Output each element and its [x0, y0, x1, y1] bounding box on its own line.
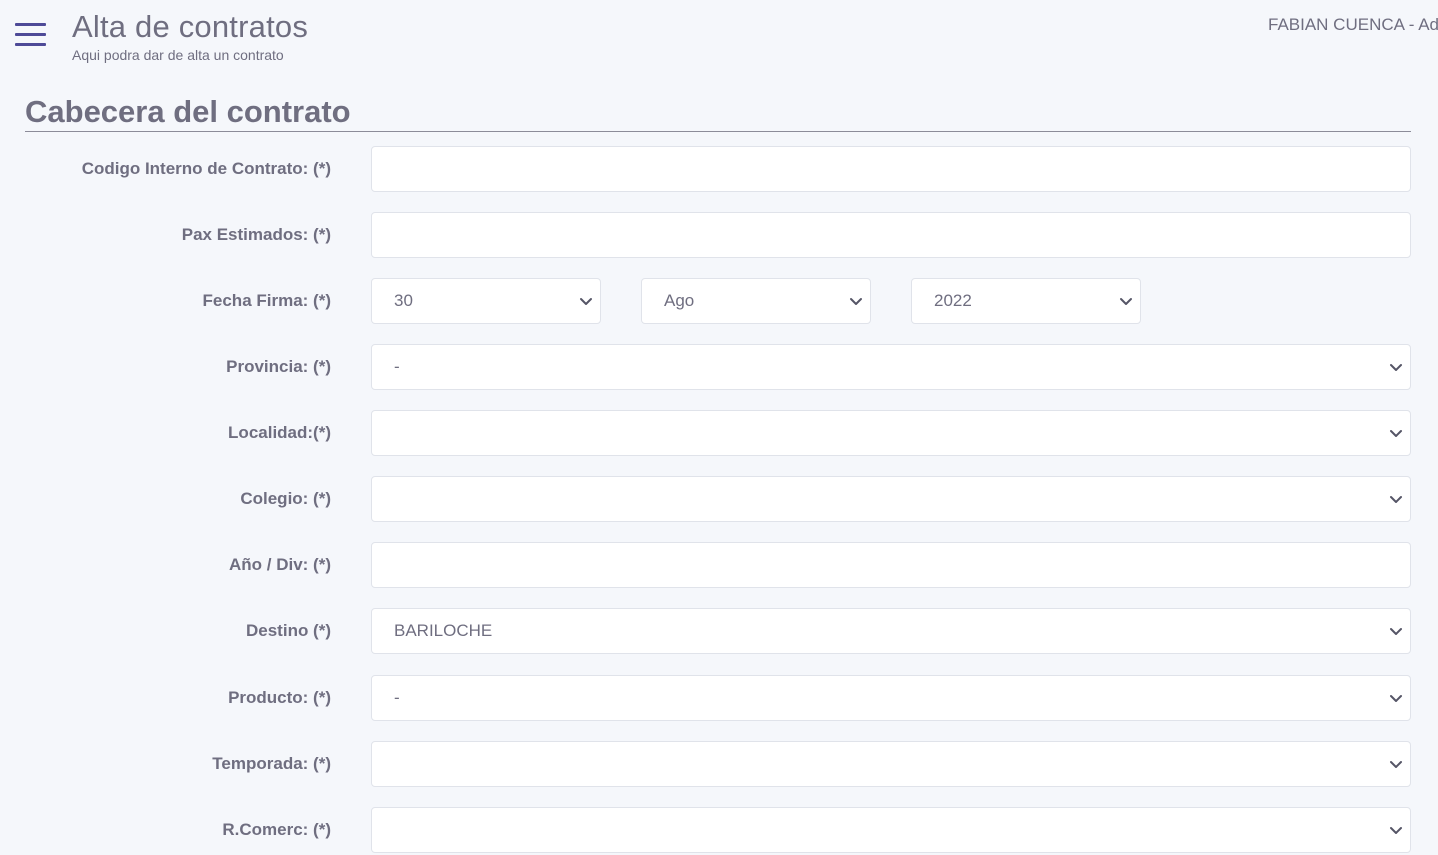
- page: Alta de contratos Aqui podra dar de alta…: [0, 0, 1438, 855]
- codigo-interno-input[interactable]: [371, 146, 1411, 192]
- localidad-label: Localidad:(*): [228, 423, 331, 442]
- form-row-rcomerc: R.Comerc: (*): [0, 807, 1438, 853]
- fecha-firma-day-select[interactable]: 30: [371, 278, 601, 324]
- colegio-label: Colegio: (*): [240, 489, 331, 508]
- form-row-anio-div: Año / Div: (*): [0, 542, 1438, 588]
- form-row-destino: Destino (*) BARILOCHE: [0, 608, 1438, 654]
- chevron-down-icon: [1389, 492, 1403, 506]
- provincia-select[interactable]: -: [371, 344, 1411, 390]
- hamburger-menu-icon[interactable]: [15, 22, 47, 48]
- chevron-down-icon: [1389, 757, 1403, 771]
- page-title: Alta de contratos: [72, 9, 309, 44]
- chevron-down-icon: [849, 294, 863, 308]
- codigo-interno-label: Codigo Interno de Contrato: (*): [81, 159, 331, 178]
- pax-estimados-label: Pax Estimados: (*): [181, 225, 331, 244]
- fecha-firma-month-select[interactable]: Ago: [641, 278, 871, 324]
- pax-estimados-input[interactable]: [371, 212, 1411, 258]
- rcomerc-select[interactable]: [371, 807, 1411, 853]
- menu-bar: [15, 33, 46, 36]
- form-row-producto: Producto: (*) -: [0, 675, 1438, 721]
- page-subtitle: Aqui podra dar de alta un contrato: [72, 47, 284, 63]
- chevron-down-icon: [1119, 294, 1133, 308]
- chevron-down-icon: [579, 294, 593, 308]
- destino-select[interactable]: BARILOCHE: [371, 608, 1411, 654]
- section-divider: [25, 131, 1411, 132]
- menu-bar: [15, 43, 46, 46]
- anio-div-input[interactable]: [371, 542, 1411, 588]
- fecha-firma-label: Fecha Firma: (*): [202, 291, 331, 310]
- form-row-pax-estimados: Pax Estimados: (*): [0, 212, 1438, 258]
- destino-label: Destino (*): [246, 621, 331, 640]
- fecha-firma-month-value: Ago: [664, 291, 695, 310]
- temporada-select[interactable]: [371, 741, 1411, 787]
- producto-label: Producto: (*): [228, 688, 331, 707]
- fecha-firma-year-select[interactable]: 2022: [911, 278, 1141, 324]
- form-row-localidad: Localidad:(*): [0, 410, 1438, 456]
- provincia-value: -: [394, 357, 400, 376]
- destino-value: BARILOCHE: [394, 621, 493, 640]
- form-row-codigo-interno: Codigo Interno de Contrato: (*): [0, 146, 1438, 192]
- provincia-label: Provincia: (*): [226, 357, 331, 376]
- user-menu[interactable]: FABIAN CUENCA - Adr: [1268, 15, 1438, 35]
- localidad-select[interactable]: [371, 410, 1411, 456]
- anio-div-label: Año / Div: (*): [229, 555, 331, 574]
- chevron-down-icon: [1389, 691, 1403, 705]
- chevron-down-icon: [1389, 426, 1403, 440]
- fecha-firma-day-value: 30: [394, 291, 413, 310]
- form-row-fecha-firma: Fecha Firma: (*) 30 Ago 2022: [0, 278, 1438, 324]
- producto-select[interactable]: -: [371, 675, 1411, 721]
- chevron-down-icon: [1389, 624, 1403, 638]
- temporada-label: Temporada: (*): [212, 754, 331, 773]
- form-row-temporada: Temporada: (*): [0, 741, 1438, 787]
- form-row-provincia: Provincia: (*) -: [0, 344, 1438, 390]
- fecha-firma-year-value: 2022: [934, 291, 972, 310]
- section-title: Cabecera del contrato: [25, 94, 351, 129]
- producto-value: -: [394, 688, 400, 707]
- chevron-down-icon: [1389, 823, 1403, 837]
- chevron-down-icon: [1389, 360, 1403, 374]
- colegio-select[interactable]: [371, 476, 1411, 522]
- form-row-colegio: Colegio: (*): [0, 476, 1438, 522]
- rcomerc-label: R.Comerc: (*): [222, 820, 331, 839]
- menu-bar: [15, 23, 46, 26]
